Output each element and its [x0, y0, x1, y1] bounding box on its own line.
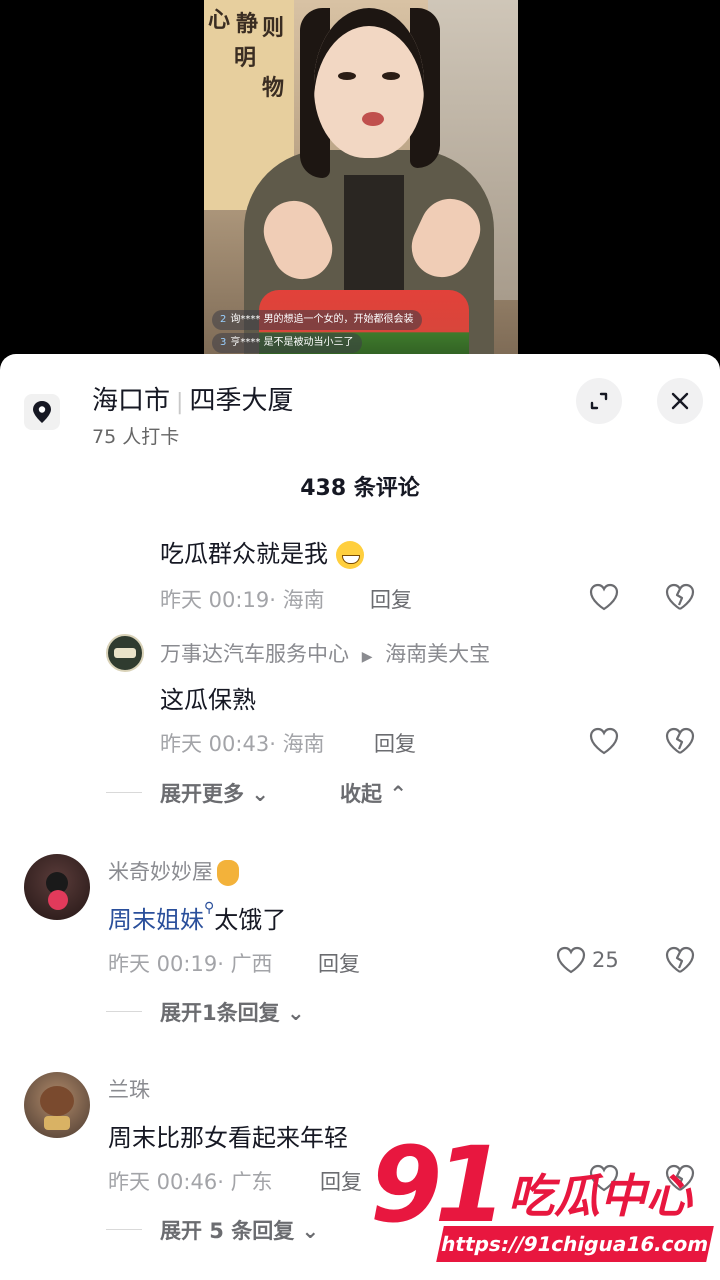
avatar[interactable]	[24, 1072, 90, 1138]
dislike-broken-heart-icon[interactable]	[664, 945, 696, 975]
video-frame[interactable]: 心 静 则 明 物 2 询**** 男的想追一个女的，开始都很会装 3 亨**** …	[204, 0, 518, 360]
expand-replies-button[interactable]: 展开 5 条回复 ⌄	[160, 1215, 319, 1245]
collapse-button[interactable]: 收起 ⌃	[340, 778, 407, 808]
watermark-name: 吃瓜中心	[508, 1169, 692, 1223]
location-title[interactable]: 海口市 | 四季大厦	[92, 380, 293, 417]
expand-button[interactable]	[576, 378, 622, 424]
chevron-down-icon: ⌄	[251, 782, 269, 806]
danmaku-item: 3 亨**** 是不是被动当小三了	[212, 333, 362, 353]
comment-author[interactable]: 兰珠	[108, 1074, 150, 1104]
reply-arrow-icon: ▶	[361, 649, 373, 665]
reply-meta: 昨天 00:19· 海南	[160, 588, 325, 612]
reply-text: 吃瓜群众就是我	[160, 534, 364, 569]
watermark-logo: 91 吃瓜中心 https://91chigua16.com	[370, 1130, 715, 1270]
expand-replies-button[interactable]: 展开1条回复 ⌄	[160, 997, 305, 1027]
title-separator: |	[176, 390, 184, 415]
comment-text: 周末姐妹⚲太饿了	[108, 900, 287, 934]
divider	[106, 1229, 142, 1230]
reply-target[interactable]: 海南美大宝	[385, 642, 490, 666]
close-button[interactable]	[657, 378, 703, 424]
reply-meta: 昨天 00:43· 海南	[160, 732, 325, 756]
person-eye	[338, 72, 356, 80]
comment-meta: 昨天 00:19· 广西	[108, 952, 273, 976]
like-heart-icon[interactable]	[555, 945, 587, 975]
avatar[interactable]	[24, 854, 90, 920]
reply-button[interactable]: 回复	[318, 948, 360, 978]
danmaku-item: 2 询**** 男的想追一个女的，开始都很会装	[212, 310, 422, 330]
grin-sweat-emoji	[335, 541, 364, 569]
search-icon: ⚲	[204, 900, 215, 916]
like-heart-icon[interactable]	[588, 726, 620, 756]
watermark-url: https://91chigua16.com	[436, 1226, 714, 1262]
expand-icon	[590, 392, 608, 410]
location-place: 四季大厦	[189, 386, 294, 416]
reply-button[interactable]: 回复	[370, 584, 412, 614]
hashtag-link[interactable]: 周末姐妹	[108, 906, 204, 934]
dislike-broken-heart-icon[interactable]	[664, 582, 696, 612]
hand-emoji-icon	[217, 860, 239, 886]
chevron-up-icon: ⌃	[389, 782, 407, 806]
dislike-broken-heart-icon[interactable]	[664, 726, 696, 756]
location-city: 海口市	[92, 386, 171, 416]
location-pin-icon[interactable]	[24, 394, 60, 430]
chevron-down-icon: ⌄	[301, 1219, 320, 1243]
video-player[interactable]: 心 静 则 明 物 2 询**** 男的想追一个女的，开始都很会装 3 亨**** …	[0, 0, 720, 360]
person-face	[314, 8, 424, 158]
comment-text: 周末比那女看起来年轻	[108, 1124, 348, 1152]
like-heart-icon[interactable]	[588, 582, 620, 612]
reply-author[interactable]: 万事达汽车服务中心	[160, 642, 349, 666]
expand-more-button[interactable]: 展开更多 ⌄	[160, 778, 269, 808]
comment-meta: 昨天 00:46· 广东	[108, 1170, 273, 1194]
person-shirt	[344, 175, 404, 295]
watermark-number: 91	[370, 1124, 507, 1246]
avatar[interactable]	[106, 634, 144, 672]
reply-button[interactable]: 回复	[374, 728, 416, 758]
person-eye	[382, 72, 400, 80]
comment-author[interactable]: 米奇妙妙屋	[108, 856, 239, 886]
reply-text: 这瓜保熟	[160, 686, 256, 714]
divider	[106, 792, 142, 793]
comments-count: 438 条评论	[300, 476, 420, 501]
divider	[106, 1011, 142, 1012]
reply-author-line: 万事达汽车服务中心 ▶ 海南美大宝	[160, 638, 490, 668]
chevron-down-icon: ⌄	[286, 1001, 305, 1025]
checkin-count: 75 人打卡	[92, 426, 180, 448]
close-icon	[671, 392, 689, 410]
person-mouth	[362, 112, 384, 126]
like-count: 25	[592, 948, 619, 972]
reply-button[interactable]: 回复	[320, 1166, 362, 1196]
